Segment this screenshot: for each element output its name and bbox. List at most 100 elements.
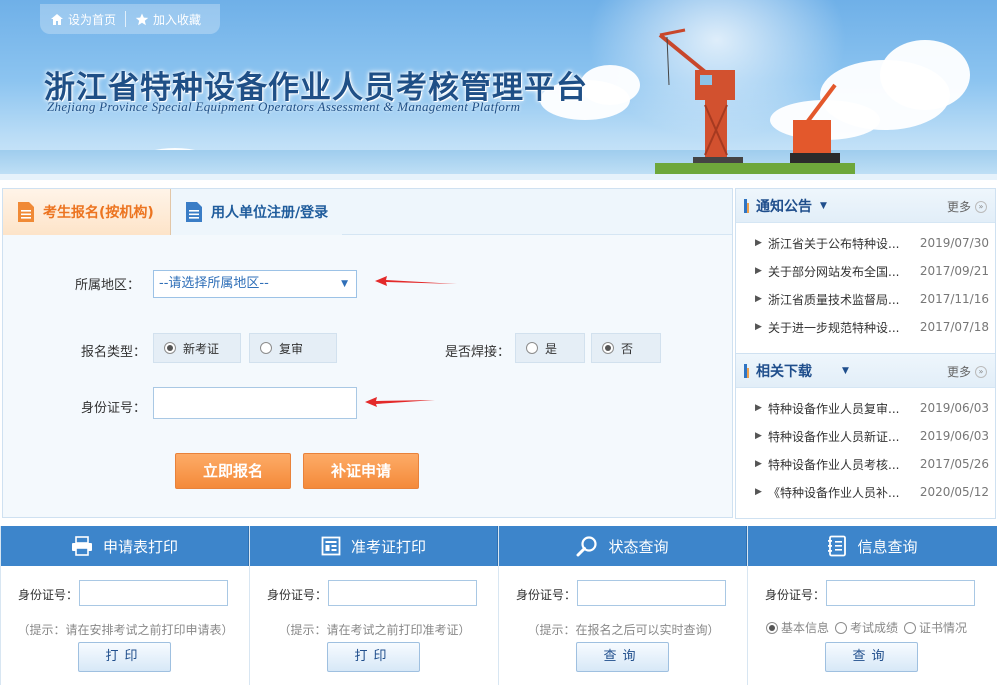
tab-candidate-registration[interactable]: 考生报名(按机构) — [3, 189, 171, 235]
registration-type-label: 报名类型： — [81, 345, 147, 360]
basic-info-radio[interactable] — [766, 621, 778, 634]
welding-label: 是否焊接： — [445, 345, 511, 360]
reissue-certificate-button[interactable]: 补证申请 — [303, 453, 419, 489]
registration-form: 所属地区： --请选择所属地区-- ▼ 报名类型： 新考证 复审 是否焊接： 是… — [3, 235, 732, 517]
notice-item[interactable]: ▶ 关于进一步规范特种设... 2017/07/18 — [736, 313, 995, 341]
type-renewal-option[interactable]: 复审 — [249, 333, 337, 363]
header-accent-bar — [747, 203, 749, 213]
notice-date: 2019/07/30 — [919, 236, 989, 250]
weld-yes-option[interactable]: 是 — [515, 333, 585, 363]
red-arrow-annotation — [365, 397, 435, 407]
notice-title: 关于进一步规范特种设... — [768, 320, 900, 335]
download-title: 特种设备作业人员新证... — [768, 429, 900, 444]
notice-item[interactable]: ▶ 浙江省关于公布特种设... 2019/07/30 — [736, 229, 995, 257]
query-section: 申请表打印 身份证号： （提示：请在安排考试之前打印申请表） 打印 准考证打印 … — [0, 526, 997, 685]
double-chevron-icon: » — [975, 200, 987, 213]
notice-item[interactable]: ▶ 浙江省质量技术监督局... 2017/11/16 — [736, 285, 995, 313]
print-admission-button[interactable]: 打印 — [327, 642, 420, 672]
downloads-more-label: 更多 — [946, 365, 971, 379]
document-icon — [18, 202, 34, 222]
basic-info-label: 基本信息 — [781, 621, 830, 635]
bullet-arrow-icon: ▶ — [755, 238, 762, 248]
status-query-hint: （提示：在报名之后可以实时查询） — [527, 623, 720, 637]
application-print-header: 申请表打印 — [1, 526, 249, 566]
basic-info-option[interactable]: 基本信息 — [766, 619, 829, 636]
info-id-input[interactable] — [826, 580, 975, 606]
type-renewal-label: 复审 — [279, 341, 304, 356]
notices-list: ▶ 浙江省关于公布特种设... 2019/07/30 ▶ 关于部分网站发布全国... 2… — [736, 223, 995, 341]
type-new-label: 新考证 — [183, 341, 220, 356]
type-new-option[interactable]: 新考证 — [153, 333, 241, 363]
exam-score-radio[interactable] — [835, 621, 848, 634]
weld-yes-radio[interactable] — [526, 342, 538, 354]
site-banner: 设为首页 加入收藏 浙江省特种设备作业人员考核管理平台 Zhejiang Pro… — [0, 0, 997, 180]
application-id-input[interactable] — [79, 580, 228, 606]
download-date: 2019/06/03 — [919, 401, 989, 415]
download-date: 2019/06/03 — [919, 429, 989, 443]
downloads-list: ▶ 特种设备作业人员复审... 2019/06/03 ▶ 特种设备作业人员新证... 2… — [736, 388, 995, 506]
status-query-button[interactable]: 查询 — [576, 642, 669, 672]
download-item[interactable]: ▶ 特种设备作业人员复审... 2019/06/03 — [736, 394, 995, 422]
magnifier-icon — [576, 536, 598, 557]
download-item[interactable]: ▶ 《特种设备作业人员补... 2020/05/12 — [736, 478, 995, 506]
double-chevron-icon: » — [975, 365, 987, 378]
notice-item[interactable]: ▶ 关于部分网站发布全国... 2017/09/21 — [736, 257, 995, 285]
application-print-hint: （提示：请在安排考试之前打印申请表） — [17, 623, 234, 637]
notices-more-link[interactable]: 更多 » — [947, 198, 987, 215]
downloads-title: 相关下载 — [756, 363, 812, 380]
caret-down-icon: ▼ — [842, 365, 849, 376]
region-select[interactable]: --请选择所属地区-- ▼ — [153, 270, 357, 298]
banner-cloud — [580, 65, 640, 105]
bullet-arrow-icon: ▶ — [755, 487, 762, 497]
notice-title: 关于部分网站发布全国... — [768, 264, 900, 279]
certificate-status-option[interactable]: 证书情况 — [904, 619, 967, 636]
download-title: 特种设备作业人员复审... — [768, 401, 900, 416]
download-item[interactable]: ▶ 特种设备作业人员新证... 2019/06/03 — [736, 422, 995, 450]
download-item[interactable]: ▶ 特种设备作业人员考核... 2017/05/26 — [736, 450, 995, 478]
download-date: 2017/05/26 — [919, 457, 989, 471]
notice-date: 2017/07/18 — [919, 320, 989, 334]
admission-print-hint: （提示：请在考试之前打印准考证） — [278, 623, 471, 637]
add-favorite-link[interactable]: 加入收藏 — [135, 11, 201, 28]
weld-yes-label: 是 — [545, 341, 558, 356]
type-new-radio[interactable] — [164, 342, 176, 354]
certificate-status-label: 证书情况 — [919, 621, 968, 635]
weld-no-radio[interactable] — [602, 342, 614, 354]
weld-no-label: 否 — [621, 341, 634, 356]
info-query-title: 信息查询 — [857, 537, 918, 556]
notice-title: 浙江省关于公布特种设... — [768, 236, 900, 251]
downloads-box: 相关下载 ▼ 更多 » ▶ 特种设备作业人员复审... 2019/06/03 ▶ 特种… — [735, 353, 996, 519]
application-print-title: 申请表打印 — [102, 537, 178, 556]
info-type-options: 基本信息 考试成绩 证书情况 — [766, 619, 973, 636]
admission-id-input[interactable] — [328, 580, 477, 606]
notices-header: 通知公告 ▼ 更多 » — [736, 189, 995, 223]
caret-down-icon: ▼ — [341, 279, 348, 289]
registration-panel: 考生报名(按机构) 用人单位注册/登录 所属地区： --请选择所属地区-- ▼ … — [2, 188, 733, 518]
set-homepage-link[interactable]: 设为首页 — [50, 11, 116, 28]
info-query-header: 信息查询 — [748, 526, 997, 566]
header-accent-bar — [747, 368, 749, 378]
tab-candidate-label: 考生报名(按机构) — [43, 205, 154, 221]
type-renewal-radio[interactable] — [260, 342, 272, 354]
print-application-button[interactable]: 打印 — [78, 642, 171, 672]
bullet-arrow-icon: ▶ — [755, 322, 762, 332]
downloads-more-link[interactable]: 更多 » — [947, 363, 987, 380]
status-id-input[interactable] — [577, 580, 726, 606]
info-query-button[interactable]: 查询 — [825, 642, 918, 672]
register-now-button[interactable]: 立即报名 — [175, 453, 291, 489]
home-icon — [51, 13, 63, 25]
exam-score-option[interactable]: 考试成绩 — [835, 619, 898, 636]
id-number-input[interactable] — [153, 387, 357, 419]
download-title: 特种设备作业人员考核... — [768, 457, 900, 472]
certificate-status-radio[interactable] — [904, 621, 917, 634]
registration-tabs: 考生报名(按机构) 用人单位注册/登录 — [3, 189, 732, 235]
bullet-arrow-icon: ▶ — [755, 431, 762, 441]
weld-no-option[interactable]: 否 — [591, 333, 661, 363]
id-number-label: 身份证号： — [516, 588, 577, 602]
document-icon — [186, 202, 202, 222]
bullet-arrow-icon: ▶ — [755, 294, 762, 304]
downloads-header: 相关下载 ▼ 更多 » — [736, 354, 995, 388]
admission-print-header: 准考证打印 — [250, 526, 498, 566]
star-icon — [135, 13, 149, 25]
tab-employer-login[interactable]: 用人单位注册/登录 — [171, 189, 343, 235]
